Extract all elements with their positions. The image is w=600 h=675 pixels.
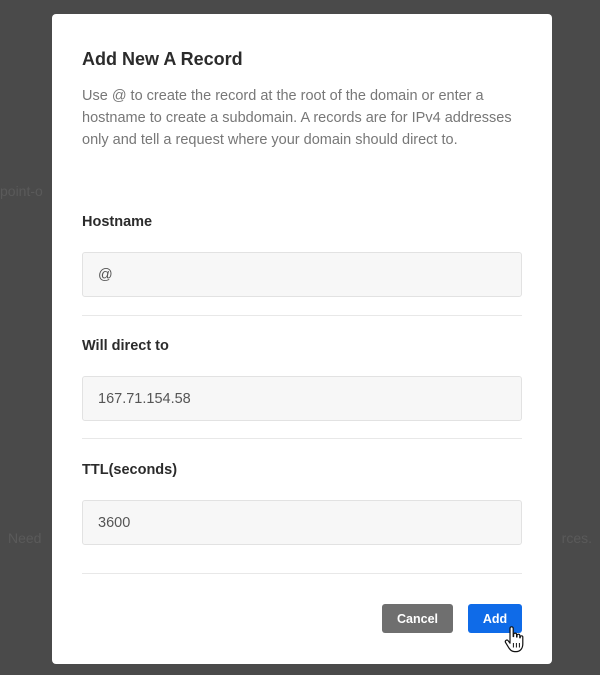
hand-pointer-icon: [504, 626, 524, 653]
ttl-input[interactable]: [82, 500, 522, 545]
ttl-label: TTL(seconds): [82, 462, 178, 478]
divider: [82, 438, 522, 439]
direct-to-label: Will direct to: [82, 338, 169, 354]
add-a-record-dialog: Add New A Record Use @ to create the rec…: [52, 14, 552, 664]
hostname-label: Hostname: [82, 214, 153, 230]
background-text: rces.: [561, 530, 592, 546]
hostname-input[interactable]: [82, 252, 522, 297]
hostname-field-group: Hostname: [82, 213, 522, 297]
direct-to-field-group: Will direct to: [82, 337, 522, 421]
ttl-field-group: TTL(seconds): [82, 461, 522, 545]
divider: [82, 573, 522, 574]
direct-to-input[interactable]: [82, 376, 522, 421]
dialog-description: Use @ to create the record at the root o…: [82, 88, 512, 148]
cancel-button[interactable]: Cancel: [382, 604, 453, 633]
background-text: point-o: [0, 183, 43, 199]
background-text: Need: [8, 530, 42, 546]
dialog-title: Add New A Record: [82, 49, 243, 69]
divider: [82, 315, 522, 316]
